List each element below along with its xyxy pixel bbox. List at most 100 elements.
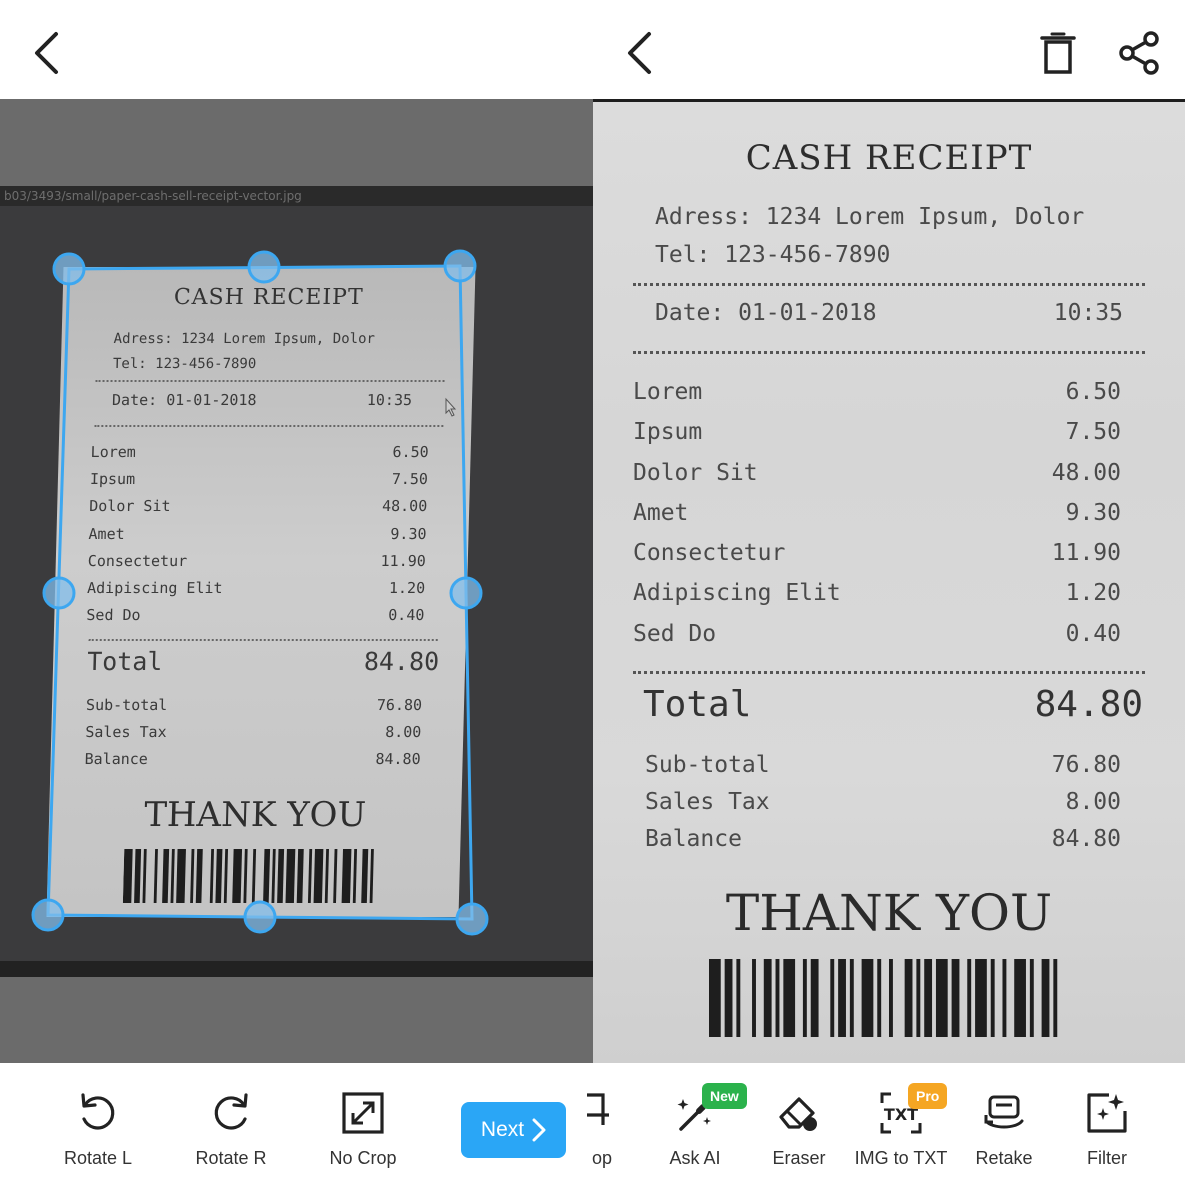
- chevron-right-icon: [532, 1118, 546, 1142]
- summary-price: 84.80: [1051, 826, 1121, 852]
- item-name: Amet: [633, 499, 689, 526]
- receipt-title: CASH RECEIPT: [745, 138, 1033, 178]
- receipt-date: Date: 01-01-2018: [655, 300, 877, 326]
- img-to-txt-label: IMG to TXT: [854, 1148, 948, 1168]
- item-price: 48.00: [1051, 459, 1121, 486]
- no-crop-label: No Crop: [329, 1148, 397, 1168]
- crop-handle-right[interactable]: [449, 576, 483, 610]
- rotate-right-button[interactable]: Rotate R: [176, 1063, 286, 1200]
- item-price: 0.40: [1065, 620, 1121, 647]
- crop-handle-bottom-right[interactable]: [455, 902, 489, 936]
- crop-canvas[interactable]: b03/3493/small/paper-cash-sell-receipt-v…: [0, 99, 593, 1063]
- barcode-bar: [838, 959, 846, 1037]
- eraser-label: Eraser: [772, 1148, 826, 1168]
- barcode-bar: [1053, 959, 1058, 1037]
- barcode-bar: [1041, 959, 1050, 1037]
- receipt-total-line: Total 84.80: [643, 684, 1143, 725]
- summary-name: Sales Tax: [645, 789, 770, 815]
- filter-sparkle-icon: [1087, 1093, 1127, 1133]
- receipt-item-row: Amet 9.30: [633, 493, 1121, 533]
- back-button[interactable]: [615, 28, 665, 78]
- barcode-bar: [783, 959, 796, 1037]
- item-price: 11.90: [1051, 540, 1121, 567]
- crop-top-bar: [0, 0, 593, 99]
- barcode-bar: [849, 959, 854, 1037]
- ask-ai-button[interactable]: New Ask AI: [640, 1063, 750, 1200]
- crop-button[interactable]: op: [576, 1063, 628, 1200]
- item-name: Dolor Sit: [633, 459, 758, 486]
- rotate-right-label: Rotate R: [195, 1148, 267, 1168]
- retake-label: Retake: [975, 1148, 1033, 1168]
- crop-editor-pane: b03/3493/small/paper-cash-sell-receipt-v…: [0, 0, 593, 1200]
- cropped-preview: CASH RECEIPT Adress: 1234 Lorem Ipsum, D…: [593, 99, 1185, 1063]
- preview-pane: CASH RECEIPT Adress: 1234 Lorem Ipsum, D…: [593, 0, 1185, 1200]
- summary-name: Sub-total: [645, 752, 770, 778]
- filter-label: Filter: [1087, 1148, 1127, 1168]
- rotate-left-button[interactable]: Rotate L: [43, 1063, 153, 1200]
- dotted-divider: [633, 351, 1145, 354]
- barcode-bar: [1002, 959, 1007, 1037]
- barcode-bar: [877, 959, 882, 1037]
- item-name: Lorem: [633, 379, 703, 405]
- img-to-txt-button[interactable]: TXT Pro IMG to TXT: [846, 1063, 956, 1200]
- retake-button[interactable]: Retake: [949, 1063, 1059, 1200]
- dotted-divider: [633, 283, 1145, 286]
- barcode: [709, 959, 1058, 1037]
- barcode-bar: [775, 959, 780, 1037]
- receipt-item-row: Ipsum 7.50: [633, 412, 1121, 452]
- total-label: Total: [643, 684, 752, 725]
- summary-row: Sub-total 76.80: [645, 747, 1121, 784]
- summary-row: Balance 84.80: [645, 821, 1121, 858]
- next-button[interactable]: Next: [461, 1102, 566, 1158]
- barcode-bar: [830, 959, 835, 1037]
- barcode-bar: [861, 959, 874, 1037]
- no-crop-button[interactable]: No Crop: [308, 1063, 418, 1200]
- receipt-address: Adress: 1234 Lorem Ipsum, Dolor: [655, 204, 1085, 230]
- bottom-toolbar: Rotate L Rotate R No Crop Next op New As…: [0, 1063, 1185, 1200]
- delete-button[interactable]: [1033, 28, 1083, 78]
- barcode-bar: [1029, 959, 1034, 1037]
- receipt-item-row: Consectetur 11.90: [633, 533, 1121, 573]
- crop-handle-bottom-left[interactable]: [31, 898, 65, 932]
- ask-ai-label: Ask AI: [669, 1148, 721, 1168]
- receipt-item-row: Lorem 6.50: [633, 372, 1121, 412]
- thank-you-text: THANK YOU: [725, 884, 1053, 942]
- barcode-bar: [889, 959, 893, 1037]
- share-button[interactable]: [1113, 28, 1165, 78]
- barcode-bar: [763, 959, 772, 1037]
- barcode-bar: [904, 959, 913, 1037]
- eraser-icon: [779, 1097, 817, 1131]
- barcode-bar: [967, 959, 972, 1037]
- summary-price: 76.80: [1051, 752, 1121, 778]
- barcode-bar: [975, 959, 987, 1037]
- mouse-cursor-icon: [445, 397, 457, 417]
- chevron-left-icon: [628, 32, 651, 74]
- barcode-bar: [951, 959, 960, 1037]
- summary-name: Balance: [645, 826, 742, 852]
- crop-handle-top[interactable]: [247, 250, 281, 284]
- retake-icon: [984, 1095, 1024, 1129]
- receipt-item-row: Dolor Sit 48.00: [633, 453, 1121, 493]
- barcode-bar: [709, 959, 721, 1037]
- item-name: Adipiscing Elit: [633, 580, 841, 607]
- rotate-right-icon: [214, 1093, 248, 1130]
- crop-handle-left[interactable]: [42, 576, 76, 610]
- barcode-bar: [1014, 959, 1026, 1037]
- eraser-button[interactable]: Eraser: [744, 1063, 854, 1200]
- receipt-item-row: Sed Do 0.40: [633, 614, 1121, 654]
- crop-handle-top-left[interactable]: [52, 252, 86, 286]
- crop-label: op: [591, 1148, 613, 1168]
- dotted-divider: [633, 671, 1145, 674]
- trash-icon: [1040, 32, 1076, 74]
- crop-handle-top-right[interactable]: [443, 249, 477, 283]
- crop-icon: [587, 1093, 609, 1125]
- item-price: 6.50: [1065, 379, 1121, 405]
- expand-icon: [342, 1092, 384, 1134]
- crop-frame: [46, 264, 474, 921]
- receipt-date-line: Date: 01-01-2018 10:35: [655, 300, 1123, 326]
- crop-handle-bottom[interactable]: [243, 900, 277, 934]
- back-button[interactable]: [22, 28, 72, 78]
- rotate-left-label: Rotate L: [63, 1148, 133, 1168]
- filter-button[interactable]: Filter: [1052, 1063, 1162, 1200]
- barcode-bar: [802, 959, 807, 1037]
